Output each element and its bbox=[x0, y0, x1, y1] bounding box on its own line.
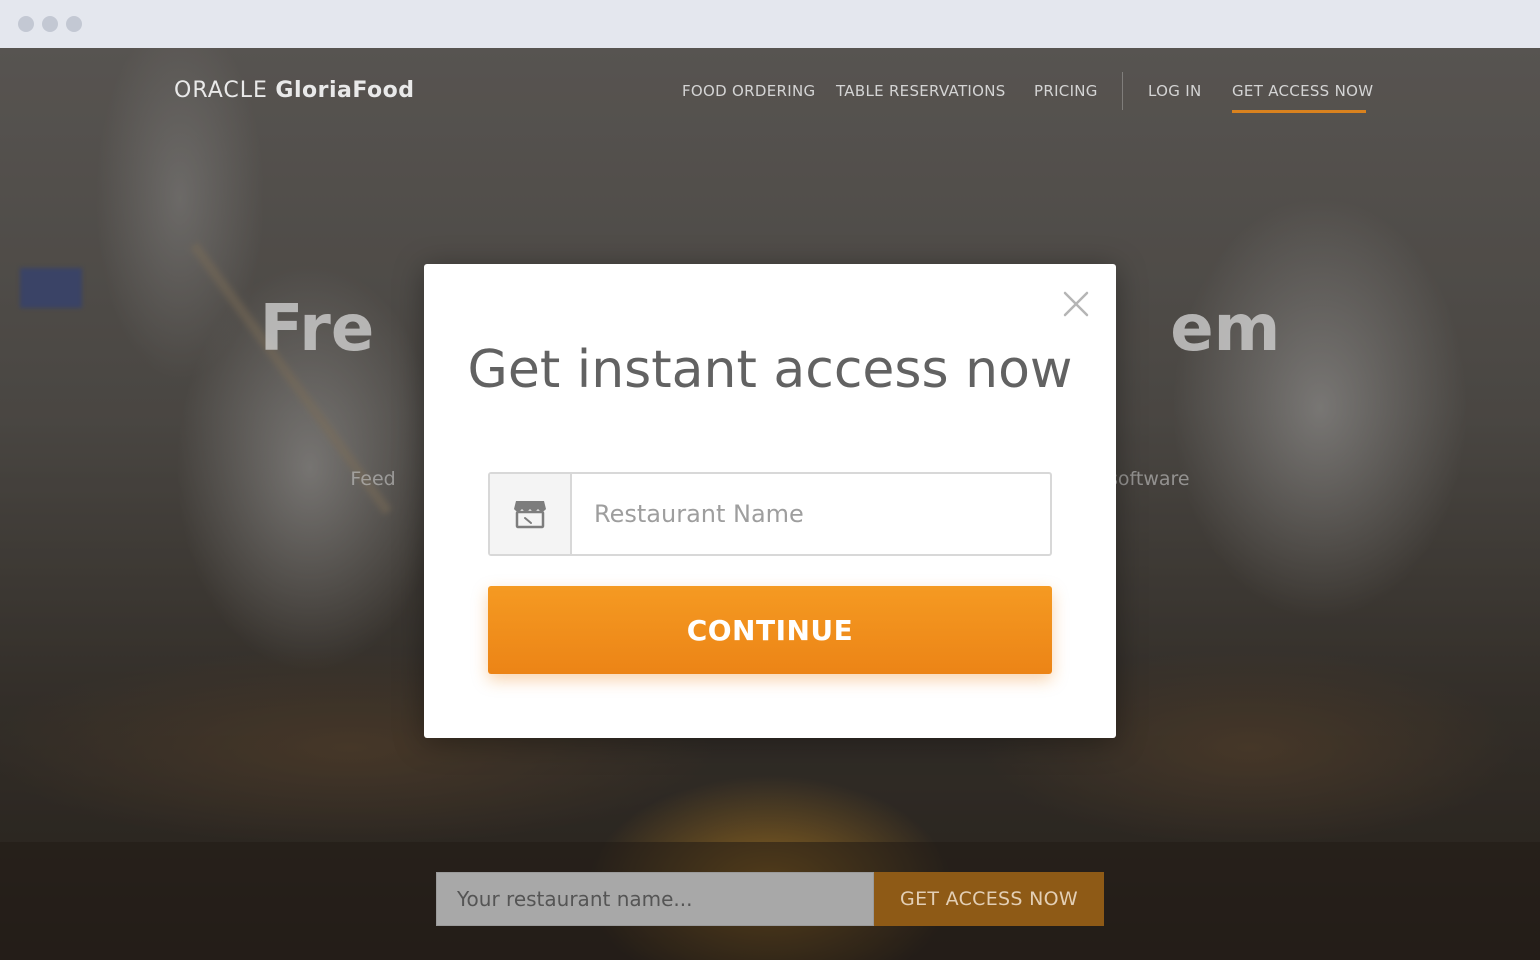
storefront-icon bbox=[490, 474, 572, 554]
nav-table-reservations[interactable]: TABLE RESERVATIONS bbox=[836, 82, 1006, 100]
hero-subtitle-left: Feed bbox=[350, 468, 396, 490]
nav-food-ordering[interactable]: FOOD ORDERING bbox=[682, 82, 815, 100]
window-close-dot[interactable] bbox=[18, 16, 34, 32]
nav-active-underline bbox=[1232, 110, 1366, 113]
hero-title-right: em bbox=[1170, 292, 1281, 366]
restaurant-name-input-bottom[interactable]: Your restaurant name... bbox=[436, 872, 874, 926]
nav-get-access-now[interactable]: GET ACCESS NOW bbox=[1232, 82, 1373, 100]
hero-title-left: Fre bbox=[259, 292, 375, 366]
window-minimize-dot[interactable] bbox=[42, 16, 58, 32]
logo-gloriafood-text: GloriaFood bbox=[275, 78, 415, 103]
restaurant-name-field bbox=[488, 472, 1052, 556]
window-maximize-dot[interactable] bbox=[66, 16, 82, 32]
brand-logo[interactable]: ORACLE GloriaFood bbox=[174, 78, 414, 103]
restaurant-name-input[interactable] bbox=[574, 474, 1050, 554]
modal-title: Get instant access now bbox=[467, 340, 1073, 400]
get-access-modal: Get instant access now CONTINUE bbox=[424, 264, 1116, 738]
nav-pricing[interactable]: PRICING bbox=[1034, 82, 1098, 100]
top-navbar: ORACLE GloriaFood FOOD ORDERING TABLE RE… bbox=[0, 48, 1540, 138]
continue-button[interactable]: CONTINUE bbox=[488, 586, 1052, 674]
close-icon[interactable] bbox=[1062, 290, 1090, 318]
nav-log-in[interactable]: LOG IN bbox=[1148, 82, 1201, 100]
logo-oracle-text: ORACLE bbox=[174, 78, 268, 103]
get-access-now-button-bottom[interactable]: GET ACCESS NOW bbox=[874, 872, 1104, 926]
browser-chrome bbox=[0, 0, 1540, 48]
nav-divider bbox=[1122, 72, 1123, 110]
